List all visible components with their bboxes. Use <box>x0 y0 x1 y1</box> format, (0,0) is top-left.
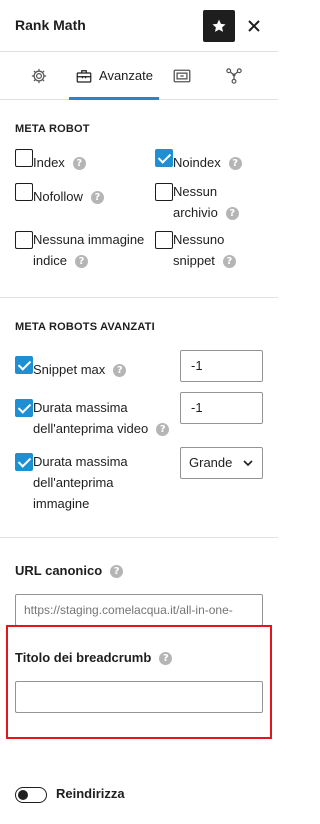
index-label: Index? <box>33 152 86 173</box>
close-button[interactable] <box>242 14 266 38</box>
noimageindex-checkbox[interactable] <box>15 231 33 249</box>
tab-social[interactable] <box>220 52 248 99</box>
tab-schema[interactable] <box>168 52 196 99</box>
redirect-toggle[interactable] <box>15 787 47 803</box>
meta-robot-title: META ROBOT <box>15 123 90 135</box>
noindex-checkbox[interactable] <box>155 149 173 167</box>
divider <box>0 537 278 538</box>
star-button[interactable] <box>203 10 235 42</box>
tab-advanced-label: Avanzate <box>99 68 153 83</box>
help-icon[interactable]: ? <box>159 652 173 666</box>
image-preview-checkbox[interactable] <box>15 453 33 471</box>
canonical-url-label: URL canonico? <box>15 563 124 579</box>
toggle-knob <box>18 790 28 800</box>
share-nodes-icon <box>226 67 242 84</box>
snippet-max-checkbox[interactable] <box>15 356 33 374</box>
image-preview-select[interactable]: Grande <box>180 447 263 479</box>
help-icon[interactable]: ? <box>228 157 242 171</box>
image-preview-value: Grande <box>189 455 233 470</box>
sidebar-header: Rank Math <box>0 0 278 52</box>
gear-icon <box>31 68 47 83</box>
video-preview-label: Durata massima dell'anteprima video? <box>33 397 170 439</box>
video-preview-input[interactable]: -1 <box>180 392 263 424</box>
help-icon[interactable]: ? <box>225 207 239 221</box>
schema-icon <box>173 69 191 82</box>
nosnippet-label: Nessuno snippet? <box>173 229 236 271</box>
breadcrumb-title-input[interactable] <box>15 681 263 713</box>
noarchive-label: Nessun archivio? <box>173 181 239 223</box>
help-icon[interactable]: ? <box>74 255 88 269</box>
breadcrumb-title-label: Titolo dei breadcrumb? <box>15 650 173 666</box>
tab-advanced[interactable]: Avanzate <box>69 52 159 100</box>
snippet-max-label: Snippet max? <box>33 359 127 380</box>
noarchive-checkbox[interactable] <box>155 183 173 201</box>
video-preview-checkbox[interactable] <box>15 399 33 417</box>
tab-bar: Avanzate <box>0 52 278 100</box>
nofollow-checkbox[interactable] <box>15 183 33 201</box>
noimageindex-label: Nessuna immagine indice? <box>33 232 145 269</box>
help-icon[interactable]: ? <box>110 565 124 579</box>
panel-title: Rank Math <box>15 17 86 33</box>
star-icon <box>212 19 226 32</box>
help-icon[interactable]: ? <box>156 423 170 437</box>
nofollow-label: Nofollow? <box>33 186 104 207</box>
noindex-label: Noindex? <box>173 152 242 173</box>
help-icon[interactable]: ? <box>90 191 104 205</box>
help-icon[interactable]: ? <box>72 157 86 171</box>
tab-general[interactable] <box>22 52 56 99</box>
chevron-down-icon <box>243 460 253 467</box>
help-icon[interactable]: ? <box>222 255 236 269</box>
index-checkbox[interactable] <box>15 149 33 167</box>
image-preview-label: Durata massima dell'anteprima immagine <box>33 454 128 511</box>
redirect-label: Reindirizza <box>56 786 125 801</box>
divider <box>0 297 278 298</box>
nosnippet-checkbox[interactable] <box>155 231 173 249</box>
snippet-max-input[interactable]: -1 <box>180 350 263 382</box>
canonical-url-input[interactable]: https://staging.comelacqua.it/all-in-one… <box>15 594 263 626</box>
toolbox-icon <box>76 69 92 83</box>
close-icon <box>248 20 260 32</box>
advanced-robots-title: META ROBOTS AVANZATI <box>15 321 155 333</box>
help-icon[interactable]: ? <box>113 364 127 378</box>
